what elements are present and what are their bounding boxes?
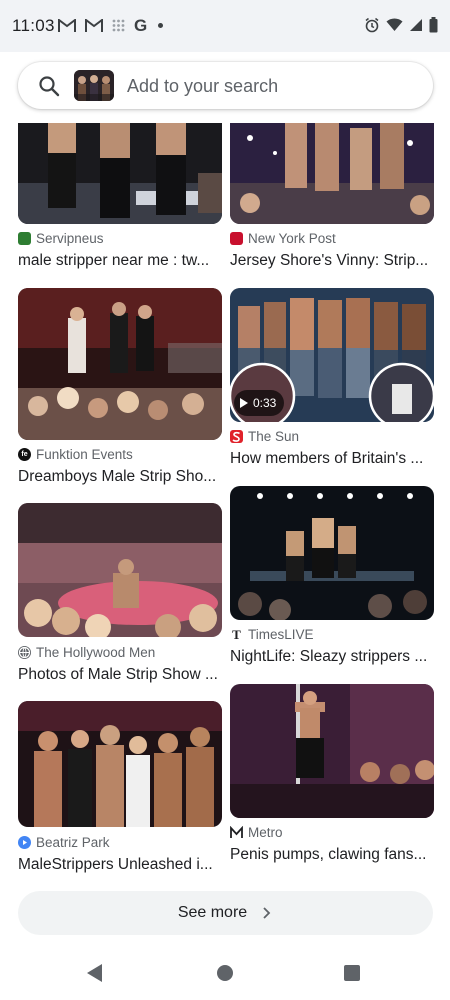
result-source: fe Funktion Events [18,447,133,462]
metro-favicon [230,826,243,839]
source-name: Funktion Events [36,447,133,462]
result-title[interactable]: Photos of Male Strip Show ... [18,666,222,684]
battery-icon [429,17,438,38]
source-name: Beatriz Park [36,835,110,850]
play-circle-favicon [18,836,31,849]
grid-dots-icon [112,19,125,32]
result-title[interactable]: MaleStrippers Unleashed i... [18,856,222,874]
result-title[interactable]: How members of Britain's ... [230,450,434,468]
home-icon[interactable] [217,965,233,981]
alarm-icon [364,17,380,38]
play-icon [240,398,248,408]
recents-icon[interactable] [344,965,360,981]
result-image[interactable] [18,288,222,440]
see-more-button[interactable]: See more [18,891,433,935]
result-title[interactable]: Dreamboys Male Strip Sho... [18,468,222,486]
result-source: Beatriz Park [18,835,110,850]
video-duration-badge[interactable]: 0:33 [234,390,285,416]
gmail-icon [85,18,103,33]
signal-icon [409,18,423,37]
result-image[interactable]: 0:33 [230,288,434,422]
chevron-right-icon [259,906,273,920]
new-york-post-favicon [230,232,243,245]
status-time: 11:03 [12,16,55,35]
result-title[interactable]: NightLife: Sleazy strippers ... [230,648,434,666]
timeslive-favicon: T [232,626,241,642]
search-icon[interactable] [38,75,60,97]
source-name: Metro [248,825,283,840]
search-bar[interactable]: Add to your search [18,62,433,109]
result-image[interactable] [230,684,434,818]
source-name: The Sun [248,429,300,444]
source-name: New York Post [248,231,336,246]
see-more-label: See more [177,904,248,921]
result-source: The Sun [230,429,299,444]
search-placeholder[interactable]: Add to your search [127,76,278,97]
video-duration: 0:33 [253,396,277,410]
result-image[interactable] [18,701,222,827]
system-icons [364,17,438,38]
gmail-icon [58,18,76,33]
funktion-events-favicon: fe [18,448,31,461]
result-title[interactable]: male stripper near me : tw... [18,252,222,270]
system-nav-bar [0,948,450,1000]
back-icon[interactable] [87,964,102,982]
result-title[interactable]: Jersey Shore's Vinny: Strip... [230,252,434,270]
result-source: Servipneus [18,231,104,246]
the-sun-favicon [230,430,243,443]
result-source: Metro [230,825,283,840]
notification-icons: G [58,16,164,35]
result-image[interactable] [230,486,434,620]
globe-icon [18,646,31,659]
servipneus-favicon [18,232,31,245]
search-image-thumbnail[interactable] [74,70,114,101]
result-image[interactable] [18,503,222,637]
result-source: New York Post [230,231,336,246]
google-g-icon: G [134,16,148,35]
result-image[interactable] [230,123,434,224]
source-name: Servipneus [36,231,104,246]
result-image[interactable] [18,123,222,224]
wifi-icon [386,18,403,37]
source-name: The Hollywood Men [36,645,156,660]
source-name: TimesLIVE [248,627,314,642]
result-title[interactable]: Penis pumps, clawing fans... [230,846,434,864]
dot-icon [158,23,164,28]
result-source: The Hollywood Men [18,645,155,660]
result-source: T TimesLIVE [230,626,314,643]
status-bar: 11:03 G [0,0,450,52]
